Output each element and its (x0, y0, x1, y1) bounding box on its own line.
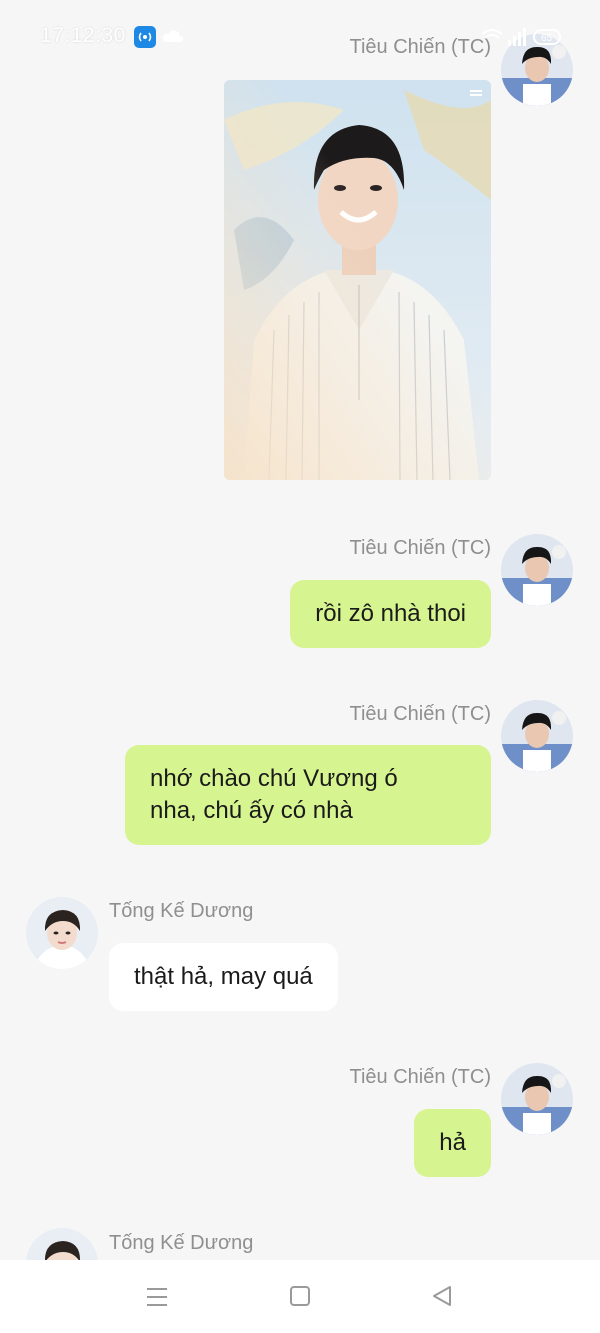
cloud-icon (162, 29, 184, 43)
sender-name: Tống Kế Dương (109, 1232, 254, 1254)
sender-name: Tiêu Chiến (TC) (349, 1066, 491, 1088)
back-icon[interactable] (430, 1284, 456, 1310)
shared-photo[interactable] (224, 80, 491, 480)
message-line: nha, chú ấy có nhà (150, 797, 353, 824)
avatar-tieu-chien[interactable] (501, 700, 573, 772)
home-icon[interactable] (288, 1284, 314, 1310)
message-bubble[interactable]: hả (414, 1109, 491, 1177)
hotspot-icon (134, 26, 156, 48)
avatar-tieu-chien[interactable] (501, 534, 573, 606)
message-line: nhớ chào chú Vương ó (150, 765, 398, 792)
signal-icon (508, 28, 526, 46)
avatar-tieu-chien[interactable] (501, 1063, 573, 1135)
sender-name: Tiêu Chiến (TC) (349, 703, 491, 725)
navigation-bar (0, 1260, 600, 1333)
avatar-tong-ke-duong[interactable] (26, 1228, 98, 1260)
chat-thread[interactable]: Tiêu Chiến (TC) Tiêu Chiến (TC) rồi zô n… (0, 0, 600, 1260)
sender-name: Tống Kế Dương (109, 900, 254, 922)
status-bar: 17:12:30 65 (0, 0, 600, 70)
status-icons: 65 (412, 26, 572, 48)
sender-name: Tiêu Chiến (TC) (349, 537, 491, 559)
status-time: 17:12:30 (40, 24, 126, 47)
avatar-tong-ke-duong[interactable] (26, 897, 98, 969)
svg-text:65: 65 (541, 33, 553, 44)
message-bubble[interactable]: nhớ chào chú Vương ó nha, chú ấy có nhà (125, 745, 491, 845)
battery-icon: 65 (533, 29, 561, 45)
message-bubble[interactable]: thật hả, may quá (109, 943, 338, 1011)
message-bubble[interactable]: rồi zô nhà thoi (290, 580, 491, 648)
wifi-icon (481, 29, 503, 39)
menu-icon[interactable] (145, 1284, 171, 1310)
